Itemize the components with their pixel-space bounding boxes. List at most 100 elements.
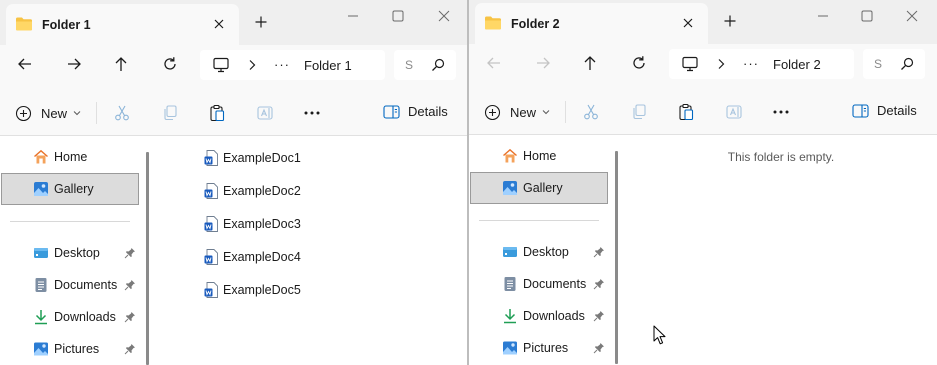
cut-icon[interactable] — [582, 103, 600, 121]
pin-icon[interactable] — [593, 342, 605, 354]
file-name: ExampleDoc5 — [223, 283, 301, 297]
close-tab-icon[interactable] — [211, 16, 227, 32]
rename-icon[interactable] — [256, 104, 274, 122]
new-tab-button[interactable] — [722, 13, 738, 29]
pictures-icon — [33, 341, 49, 357]
list-item[interactable]: ExampleDoc1 — [204, 149, 301, 167]
refresh-icon[interactable] — [161, 55, 179, 73]
pin-icon[interactable] — [593, 246, 605, 258]
pane-splitter[interactable] — [146, 152, 149, 365]
desktop-icon — [33, 245, 49, 261]
pin-icon[interactable] — [124, 311, 136, 323]
sidebar-item-documents[interactable]: Documents — [469, 268, 607, 300]
tab-title: Folder 1 — [42, 18, 91, 32]
search-input[interactable]: S — [394, 50, 456, 80]
close-tab-icon[interactable] — [680, 15, 696, 31]
address-bar[interactable]: ··· Folder 2 — [669, 49, 854, 79]
pin-icon[interactable] — [593, 310, 605, 322]
forward-arrow-icon[interactable] — [534, 54, 552, 72]
details-button[interactable]: Details — [383, 104, 448, 119]
up-arrow-icon[interactable] — [112, 55, 130, 73]
gallery-icon — [33, 181, 49, 197]
command-bar: New Details — [0, 89, 468, 136]
close-window-icon[interactable] — [904, 8, 920, 24]
new-button[interactable]: New — [484, 102, 550, 122]
list-item[interactable]: ExampleDoc5 — [204, 281, 301, 299]
search-placeholder: S — [874, 57, 883, 71]
back-arrow-icon[interactable] — [16, 55, 34, 73]
back-arrow-icon[interactable] — [485, 54, 503, 72]
sidebar-item-home[interactable]: Home — [469, 140, 607, 172]
tab-folder-2[interactable]: Folder 2 — [475, 3, 708, 44]
chevron-down-icon — [542, 109, 550, 115]
list-item[interactable]: ExampleDoc3 — [204, 215, 301, 233]
this-pc-icon — [212, 57, 230, 73]
tab-folder-1[interactable]: Folder 1 — [6, 4, 239, 45]
list-item[interactable]: ExampleDoc4 — [204, 248, 301, 266]
breadcrumb-overflow[interactable]: ··· — [743, 56, 759, 71]
sidebar-item-label: Pictures — [523, 341, 569, 355]
tab-title: Folder 2 — [511, 17, 560, 31]
sidebar-item-home[interactable]: Home — [0, 141, 138, 173]
sidebar-item-gallery[interactable]: Gallery — [1, 173, 139, 205]
sidebar-item-label: Documents — [54, 278, 118, 292]
breadcrumb-current[interactable]: Folder 1 — [304, 58, 352, 73]
up-arrow-icon[interactable] — [581, 54, 599, 72]
pin-icon[interactable] — [124, 247, 136, 259]
sidebar-item-pictures[interactable]: Pictures — [0, 333, 138, 365]
new-button-label: New — [41, 105, 68, 121]
chevron-down-icon — [73, 110, 81, 116]
sidebar-item-desktop[interactable]: Desktop — [469, 236, 607, 268]
mouse-cursor-icon — [653, 325, 667, 346]
refresh-icon[interactable] — [630, 54, 648, 72]
sidebar-item-gallery[interactable]: Gallery — [470, 172, 608, 204]
sidebar-item-documents[interactable]: Documents — [0, 269, 138, 301]
maximize-icon[interactable] — [859, 8, 875, 24]
new-tab-button[interactable] — [253, 14, 269, 30]
minimize-icon[interactable] — [815, 8, 831, 24]
chevron-right-icon[interactable] — [716, 58, 726, 70]
copy-icon[interactable] — [161, 104, 179, 122]
breadcrumb-overflow[interactable]: ··· — [274, 57, 290, 72]
maximize-icon[interactable] — [390, 8, 406, 24]
paste-icon[interactable] — [208, 104, 226, 122]
sidebar-item-pictures[interactable]: Pictures — [469, 332, 607, 364]
close-window-icon[interactable] — [436, 8, 452, 24]
more-options-icon[interactable] — [303, 104, 321, 122]
pin-icon[interactable] — [124, 279, 136, 291]
sidebar-item-desktop[interactable]: Desktop — [0, 237, 138, 269]
rename-icon[interactable] — [725, 103, 743, 121]
explorer-window-folder-2: Folder 2 ··· Folder 2 S New Details Home… — [469, 0, 937, 365]
details-label: Details — [408, 104, 448, 119]
details-pane-icon — [383, 104, 400, 119]
file-name: ExampleDoc4 — [223, 250, 301, 264]
minimize-icon[interactable] — [345, 8, 361, 24]
sidebar-item-label: Home — [523, 149, 557, 163]
more-options-icon[interactable] — [772, 103, 790, 121]
file-list: This folder is empty. — [625, 135, 937, 364]
search-input[interactable]: S — [863, 49, 925, 79]
cut-icon[interactable] — [113, 104, 131, 122]
sidebar-item-downloads[interactable]: Downloads — [0, 301, 138, 333]
details-button[interactable]: Details — [852, 103, 917, 118]
address-bar-row: ··· Folder 1 S — [0, 45, 468, 89]
sidebar-item-label: Downloads — [54, 310, 116, 324]
list-item[interactable]: ExampleDoc2 — [204, 182, 301, 200]
sidebar-item-label: Desktop — [523, 245, 569, 259]
pin-icon[interactable] — [593, 278, 605, 290]
word-document-icon — [204, 282, 218, 298]
pin-icon[interactable] — [124, 343, 136, 355]
paste-icon[interactable] — [677, 103, 695, 121]
new-button[interactable]: New — [15, 103, 81, 123]
this-pc-icon — [681, 56, 699, 72]
address-bar[interactable]: ··· Folder 1 — [200, 50, 385, 80]
copy-icon[interactable] — [630, 103, 648, 121]
search-placeholder: S — [405, 58, 414, 72]
sidebar-divider — [479, 220, 599, 221]
navigation-pane: Home Gallery Desktop Documents Downloads… — [0, 136, 146, 365]
chevron-right-icon[interactable] — [247, 59, 257, 71]
pane-splitter[interactable] — [615, 151, 618, 364]
forward-arrow-icon[interactable] — [65, 55, 83, 73]
sidebar-item-downloads[interactable]: Downloads — [469, 300, 607, 332]
breadcrumb-current[interactable]: Folder 2 — [773, 57, 821, 72]
